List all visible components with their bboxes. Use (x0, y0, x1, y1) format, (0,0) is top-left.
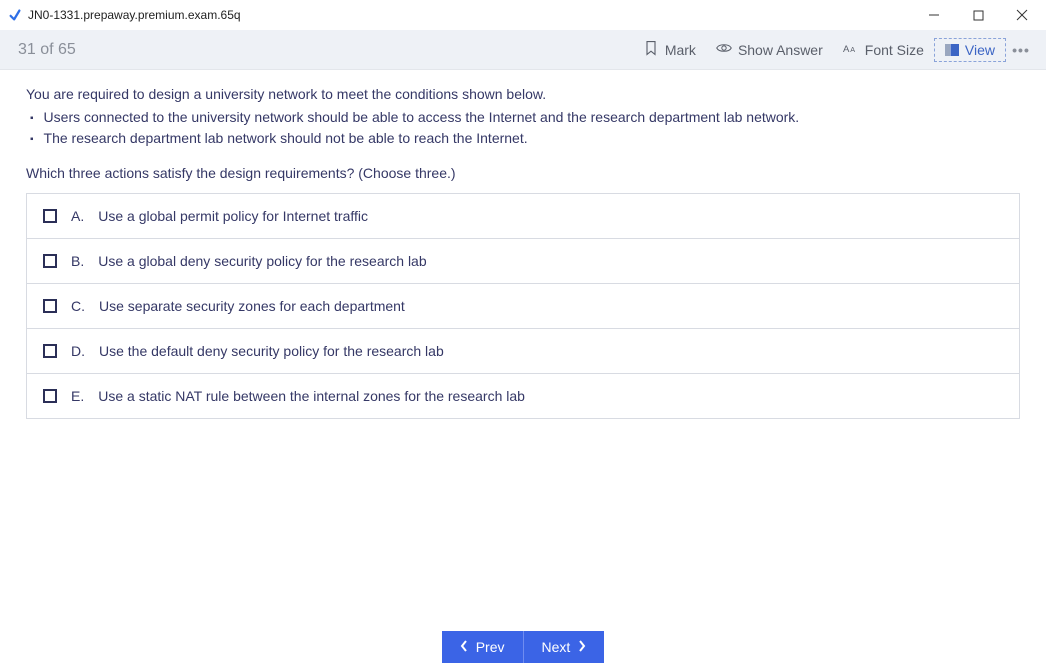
choice-checkbox[interactable] (43, 254, 57, 268)
chevron-left-icon (460, 639, 468, 655)
more-options-button[interactable]: ••• (1006, 42, 1036, 58)
bookmark-icon (643, 40, 659, 59)
choice-text: Use a global deny security policy for th… (98, 253, 426, 269)
choice-text: Use a static NAT rule between the intern… (98, 388, 525, 404)
choice-checkbox[interactable] (43, 299, 57, 313)
prev-button[interactable]: Prev (442, 631, 524, 663)
choice-row[interactable]: A. Use a global permit policy for Intern… (27, 194, 1019, 238)
view-layout-icon (945, 44, 959, 56)
question-stem: You are required to design a university … (26, 84, 1020, 149)
question-area: You are required to design a university … (0, 70, 1046, 419)
choice-checkbox[interactable] (43, 209, 57, 223)
window-maximize-button[interactable] (956, 0, 1000, 30)
font-size-button[interactable]: AA Font Size (833, 36, 934, 63)
window-titlebar: JN0-1331.prepaway.premium.exam.65q (0, 0, 1046, 30)
stem-bullet: The research department lab network shou… (30, 128, 1020, 149)
choice-checkbox[interactable] (43, 344, 57, 358)
choice-letter: D. (71, 343, 85, 359)
choice-checkbox[interactable] (43, 389, 57, 403)
svg-text:A: A (850, 45, 855, 54)
view-button[interactable]: View (934, 38, 1006, 62)
choice-letter: B. (71, 253, 84, 269)
choice-row[interactable]: C. Use separate security zones for each … (27, 283, 1019, 328)
choice-letter: C. (71, 298, 85, 314)
svg-text:A: A (843, 44, 850, 55)
prev-label: Prev (476, 639, 505, 655)
choice-text: Use a global permit policy for Internet … (98, 208, 368, 224)
stem-bullets: Users connected to the university networ… (26, 107, 1020, 149)
choice-letter: E. (71, 388, 84, 404)
choice-row[interactable]: D. Use the default deny security policy … (27, 328, 1019, 373)
window-title: JN0-1331.prepaway.premium.exam.65q (28, 8, 241, 22)
stem-intro: You are required to design a university … (26, 84, 1020, 105)
window-minimize-button[interactable] (912, 0, 956, 30)
next-label: Next (542, 639, 571, 655)
question-progress: 31 of 65 (18, 41, 76, 59)
window-close-button[interactable] (1000, 0, 1044, 30)
choices-list: A. Use a global permit policy for Intern… (26, 193, 1020, 419)
choice-text: Use the default deny security policy for… (99, 343, 444, 359)
toolbar: 31 of 65 Mark Show Answer AA Font Size V… (0, 30, 1046, 70)
choice-row[interactable]: B. Use a global deny security policy for… (27, 238, 1019, 283)
footer-nav: Prev Next (0, 631, 1046, 663)
mark-label: Mark (665, 42, 696, 58)
show-answer-button[interactable]: Show Answer (706, 36, 833, 63)
mark-button[interactable]: Mark (633, 36, 706, 63)
eye-icon (716, 40, 732, 59)
next-button[interactable]: Next (524, 631, 605, 663)
question-prompt: Which three actions satisfy the design r… (26, 165, 1020, 181)
chevron-right-icon (578, 639, 586, 655)
view-label: View (965, 42, 995, 58)
font-size-label: Font Size (865, 42, 924, 58)
app-logo-icon (8, 8, 22, 22)
font-size-icon: AA (843, 40, 859, 59)
choice-text: Use separate security zones for each dep… (99, 298, 405, 314)
choice-letter: A. (71, 208, 84, 224)
show-answer-label: Show Answer (738, 42, 823, 58)
stem-bullet: Users connected to the university networ… (30, 107, 1020, 128)
choice-row[interactable]: E. Use a static NAT rule between the int… (27, 373, 1019, 418)
